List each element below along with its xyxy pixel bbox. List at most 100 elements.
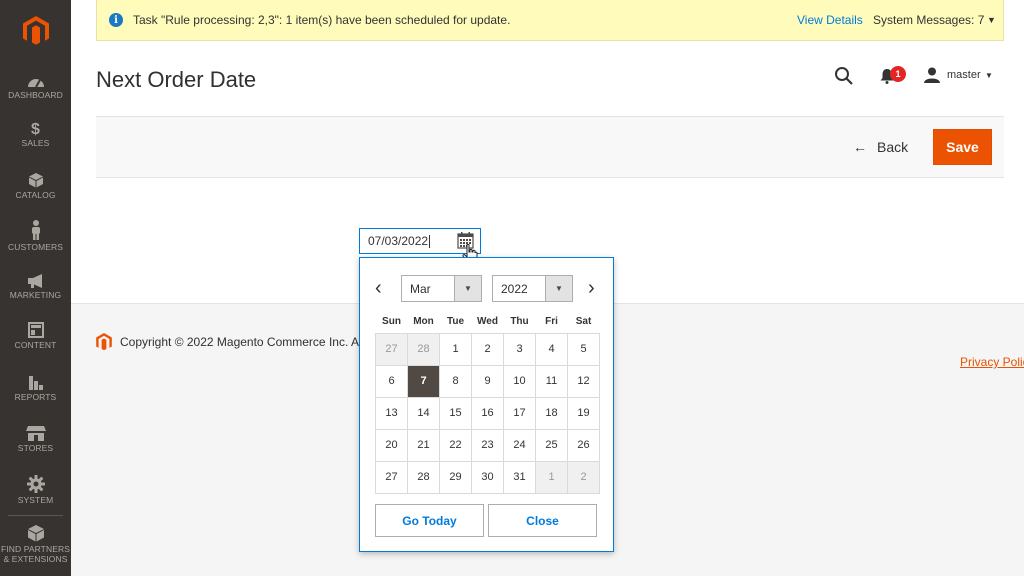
- calendar-day-selected[interactable]: 7: [407, 364, 440, 398]
- person-icon: [31, 220, 40, 240]
- layout-icon: [27, 322, 44, 338]
- year-select-value: 2022: [501, 281, 528, 296]
- calendar-day[interactable]: 23: [471, 428, 504, 462]
- weekday-label: Mon: [413, 316, 434, 328]
- calendar-day[interactable]: 8: [439, 364, 472, 398]
- calendar-week-row: 13 14 15 16 17 18 19: [375, 396, 600, 430]
- sidebar-item-content[interactable]: CONTENT: [0, 322, 71, 350]
- calendar-day[interactable]: 28: [407, 460, 440, 494]
- calendar-day[interactable]: 27: [375, 332, 408, 366]
- sidebar-item-sales[interactable]: $ SALES: [0, 122, 71, 149]
- chevron-down-icon[interactable]: ▼: [985, 71, 993, 80]
- calendar-day[interactable]: 18: [535, 396, 568, 430]
- back-button-label: Back: [877, 139, 909, 155]
- calendar-day[interactable]: 20: [375, 428, 408, 462]
- sidebar-item-dashboard[interactable]: DASHBOARD: [0, 74, 71, 100]
- go-today-button[interactable]: Go Today: [375, 504, 484, 537]
- info-icon: i: [109, 13, 123, 27]
- sidebar-item-label: CONTENT: [14, 340, 57, 350]
- sidebar-item-label: & EXTENSIONS: [3, 554, 68, 564]
- calendar-day[interactable]: 2: [567, 460, 600, 494]
- gear-icon: [26, 475, 45, 493]
- dashboard-icon: [27, 79, 44, 88]
- magento-logo[interactable]: [0, 0, 71, 62]
- calendar-day[interactable]: 25: [535, 428, 568, 462]
- calendar-day[interactable]: 26: [567, 428, 600, 462]
- sidebar-item-label: DASHBOARD: [8, 90, 63, 100]
- system-message-text: Task "Rule processing: 2,3": 1 item(s) h…: [133, 13, 511, 27]
- calendar-day[interactable]: 3: [503, 332, 536, 366]
- calendar-day[interactable]: 30: [471, 460, 504, 494]
- sidebar-item-find-partners[interactable]: FIND PARTNERS & EXTENSIONS: [0, 524, 71, 564]
- chevron-left-icon[interactable]: ‹: [375, 278, 382, 298]
- calendar-day[interactable]: 2: [471, 332, 504, 366]
- chevron-down-icon[interactable]: ▼: [987, 15, 996, 25]
- chevron-right-icon[interactable]: ›: [588, 278, 595, 298]
- calendar-day[interactable]: 14: [407, 396, 440, 430]
- text-cursor: [429, 234, 431, 248]
- sidebar-item-label: SALES: [21, 138, 50, 148]
- chevron-down-icon[interactable]: ▼: [454, 276, 481, 301]
- calendar-day[interactable]: 10: [503, 364, 536, 398]
- copyright-text: Copyright © 2022 Magento Commerce Inc. A…: [120, 335, 362, 349]
- sidebar-item-customers[interactable]: CUSTOMERS: [0, 220, 71, 252]
- calendar-day[interactable]: 31: [503, 460, 536, 494]
- privacy-policy-link[interactable]: Privacy Polic: [960, 355, 1024, 369]
- sidebar-item-stores[interactable]: STORES: [0, 425, 71, 453]
- chevron-down-icon[interactable]: ▼: [545, 276, 572, 301]
- save-button[interactable]: Save: [933, 129, 992, 165]
- system-messages-toggle[interactable]: System Messages: 7: [873, 13, 984, 27]
- user-menu[interactable]: master: [947, 69, 981, 81]
- search-icon[interactable]: [834, 66, 854, 86]
- sidebar-item-label: FIND PARTNERS: [1, 544, 70, 554]
- sidebar-item-catalog[interactable]: CATALOG: [0, 172, 71, 200]
- calendar-day[interactable]: 1: [535, 460, 568, 494]
- calendar-day[interactable]: 1: [439, 332, 472, 366]
- view-details-link[interactable]: View Details: [797, 13, 863, 27]
- arrow-left-icon: ←: [853, 139, 867, 155]
- calendar-day[interactable]: 9: [471, 364, 504, 398]
- month-select[interactable]: Mar ▼: [401, 275, 482, 302]
- sidebar-item-label: CATALOG: [15, 190, 56, 200]
- weekday-label: Sat: [575, 316, 592, 328]
- sidebar-item-reports[interactable]: REPORTS: [0, 374, 71, 402]
- calendar-day[interactable]: 15: [439, 396, 472, 430]
- user-icon[interactable]: [923, 67, 941, 83]
- year-select[interactable]: 2022 ▼: [492, 275, 573, 302]
- calendar-day[interactable]: 16: [471, 396, 504, 430]
- close-button[interactable]: Close: [488, 504, 597, 537]
- megaphone-icon: [27, 274, 42, 288]
- calendar-day[interactable]: 19: [567, 396, 600, 430]
- weekday-label: Tue: [446, 316, 465, 328]
- weekday-header-row: Sun Mon Tue Wed Thu Fri Sat: [376, 311, 600, 333]
- calendar-day[interactable]: 6: [375, 364, 408, 398]
- weekday-label: Wed: [477, 316, 498, 328]
- storefront-icon: [25, 426, 46, 441]
- calendar-week-row: 27 28 29 30 31 1 2: [375, 460, 600, 494]
- calendar-day[interactable]: 27: [375, 460, 408, 494]
- notification-badge[interactable]: 1: [890, 66, 906, 82]
- month-select-value: Mar: [410, 281, 431, 296]
- sidebar-item-marketing[interactable]: MARKETING: [0, 274, 71, 300]
- calendar-day[interactable]: 4: [535, 332, 568, 366]
- sidebar-item-label: CUSTOMERS: [7, 242, 64, 252]
- calendar-day[interactable]: 5: [567, 332, 600, 366]
- magento-logo-icon: [96, 333, 112, 351]
- calendar-day[interactable]: 13: [375, 396, 408, 430]
- calendar-day[interactable]: 12: [567, 364, 600, 398]
- sidebar-item-system[interactable]: SYSTEM: [0, 475, 71, 505]
- calendar-day[interactable]: 22: [439, 428, 472, 462]
- sidebar-item-label: MARKETING: [9, 290, 62, 300]
- calendar-grid: Sun Mon Tue Wed Thu Fri Sat 27 28 1 2 3 4 5 6 7 8…: [375, 311, 600, 494]
- bar-chart-icon: [28, 376, 43, 390]
- calendar-day[interactable]: 21: [407, 428, 440, 462]
- calendar-day[interactable]: 17: [503, 396, 536, 430]
- calendar-day[interactable]: 29: [439, 460, 472, 494]
- weekday-label: Sun: [382, 316, 401, 328]
- calendar-day[interactable]: 24: [503, 428, 536, 462]
- magento-logo-icon: [22, 16, 49, 45]
- calendar-week-row: 27 28 1 2 3 4 5: [375, 332, 600, 366]
- calendar-day[interactable]: 11: [535, 364, 568, 398]
- calendar-day[interactable]: 28: [407, 332, 440, 366]
- back-button[interactable]: ← Back: [853, 139, 908, 155]
